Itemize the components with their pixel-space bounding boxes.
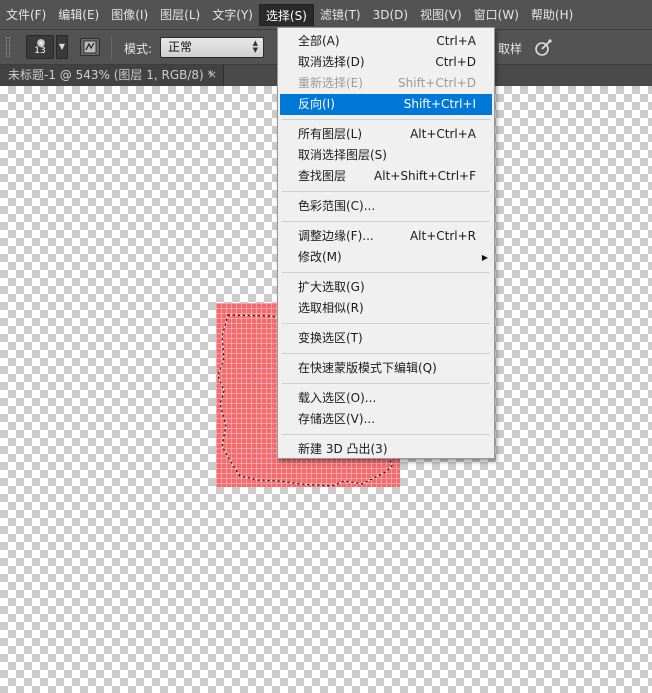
- menu-item-label: 扩大选取(G): [298, 280, 365, 294]
- menu-item-shortcut: Ctrl+A: [436, 34, 476, 48]
- menu-3[interactable]: 图像(I): [105, 4, 154, 26]
- menu-item[interactable]: 所有图层(L) Alt+Ctrl+A: [280, 124, 492, 145]
- menu-item-label: 取消选择(D): [298, 55, 365, 69]
- menu-item: 重新选择(E) Shift+Ctrl+D: [280, 73, 492, 94]
- menu-item[interactable]: 取消选择图层(S): [280, 145, 492, 166]
- mode-select-value: 正常: [168, 40, 193, 54]
- menu-5[interactable]: 文字(Y): [206, 4, 259, 26]
- menu-9[interactable]: 视图(V): [414, 4, 468, 26]
- menu-11[interactable]: 帮助(H): [525, 4, 579, 26]
- toolbar-grip[interactable]: [6, 37, 10, 57]
- menu-item-label: 变换选区(T): [298, 331, 363, 345]
- updown-arrows-icon: ▲ ▼: [252, 39, 258, 54]
- menu-item-label: 新建 3D 凸出(3): [298, 442, 388, 456]
- menu-item-label: 查找图层: [298, 169, 347, 183]
- airbrush-icon[interactable]: [532, 37, 554, 59]
- menu-item[interactable]: 查找图层 Alt+Shift+Ctrl+F: [280, 166, 492, 187]
- menu-separator: [282, 323, 490, 324]
- close-icon[interactable]: ×: [208, 65, 217, 85]
- menu-separator: [282, 272, 490, 273]
- toolbar-separator: [111, 36, 112, 60]
- menu-2[interactable]: 编辑(E): [52, 4, 105, 26]
- menu-separator: [282, 119, 490, 120]
- select-menu-dropdown: 全部(A) Ctrl+A 取消选择(D) Ctrl+D 重新选择(E) Shift+Ctr…: [277, 27, 495, 459]
- sample-label: 取样: [498, 42, 523, 56]
- menu-6[interactable]: 选择(S): [258, 3, 314, 26]
- brush-preset-dropdown-arrow[interactable]: ▼: [56, 35, 68, 59]
- menu-item[interactable]: 新建 3D 凸出(3): [280, 439, 492, 460]
- menu-4[interactable]: 图层(L): [154, 4, 206, 26]
- menu-item[interactable]: 取消选择(D) Ctrl+D: [280, 52, 492, 73]
- menu-separator: [282, 221, 490, 222]
- menu-item-label: 载入选区(O)...: [298, 391, 377, 405]
- menu-item-shortcut: Alt+Shift+Ctrl+F: [374, 169, 476, 183]
- menu-item-label: 重新选择(E): [298, 76, 363, 90]
- menu-item-label: 反向(I): [298, 97, 335, 111]
- menu-separator: [282, 434, 490, 435]
- brush-panel-icon[interactable]: [80, 38, 100, 56]
- menu-item[interactable]: 全部(A) Ctrl+A: [280, 31, 492, 52]
- menu-item[interactable]: 存储选区(V)...: [280, 409, 492, 430]
- menu-separator: [282, 353, 490, 354]
- document-tab[interactable]: 未标题-1 @ 543% (图层 1, RGB/8) * ×: [0, 65, 224, 86]
- menu-item-label: 选取相似(R): [298, 301, 364, 315]
- menu-item-label: 修改(M): [298, 250, 342, 264]
- menu-item-label: 存储选区(V)...: [298, 412, 376, 426]
- menu-item[interactable]: 调整边缘(F)... Alt+Ctrl+R: [280, 226, 492, 247]
- brush-preset-picker[interactable]: 13: [26, 35, 54, 59]
- mode-label: 模式:: [124, 42, 153, 56]
- menu-8[interactable]: 3D(D): [367, 4, 414, 26]
- menu-item-shortcut: Alt+Ctrl+A: [410, 127, 476, 141]
- menu-10[interactable]: 窗口(W): [468, 4, 525, 26]
- menu-item-label: 在快速蒙版模式下编辑(Q): [298, 361, 437, 375]
- menu-item[interactable]: 扩大选取(G): [280, 277, 492, 298]
- menu-separator: [282, 383, 490, 384]
- menu-item-label: 全部(A): [298, 34, 340, 48]
- menu-item-label: 取消选择图层(S): [298, 148, 387, 162]
- menu-item-label: 所有图层(L): [298, 127, 363, 141]
- menu-item[interactable]: 修改(M) ▶: [280, 247, 492, 268]
- document-tab-title: 未标题-1 @ 543% (图层 1, RGB/8) *: [8, 68, 214, 82]
- menu-item[interactable]: 在快速蒙版模式下编辑(Q): [280, 358, 492, 379]
- menu-item-shortcut: Alt+Ctrl+R: [409, 229, 476, 243]
- menu-separator: [282, 191, 490, 192]
- menu-item[interactable]: 选取相似(R): [280, 298, 492, 319]
- menu-item-shortcut: Ctrl+D: [435, 55, 476, 69]
- menu-item[interactable]: 色彩范围(C)...: [280, 196, 492, 217]
- menu-bar: 文件(F) 编辑(E) 图像(I) 图层(L) 文字(Y) 选择(S) 滤镜(T) 3D(D)…: [0, 0, 652, 29]
- menu-item-label: 调整边缘(F)...: [298, 229, 374, 243]
- menu-item-shortcut: Shift+Ctrl+D: [398, 76, 476, 90]
- menu-item[interactable]: 载入选区(O)...: [280, 388, 492, 409]
- menu-7[interactable]: 滤镜(T): [314, 4, 367, 26]
- menu-item-label: 色彩范围(C)...: [298, 199, 376, 213]
- menu-item[interactable]: 变换选区(T): [280, 328, 492, 349]
- menu-item-shortcut: Shift+Ctrl+I: [403, 97, 476, 111]
- menu-1[interactable]: 文件(F): [0, 4, 52, 26]
- mode-select[interactable]: 正常 ▲ ▼: [160, 37, 264, 58]
- brush-size-value: 13: [34, 46, 46, 56]
- menu-item[interactable]: 反向(I) Shift+Ctrl+I: [280, 94, 492, 115]
- submenu-arrow-icon: ▶: [481, 253, 488, 262]
